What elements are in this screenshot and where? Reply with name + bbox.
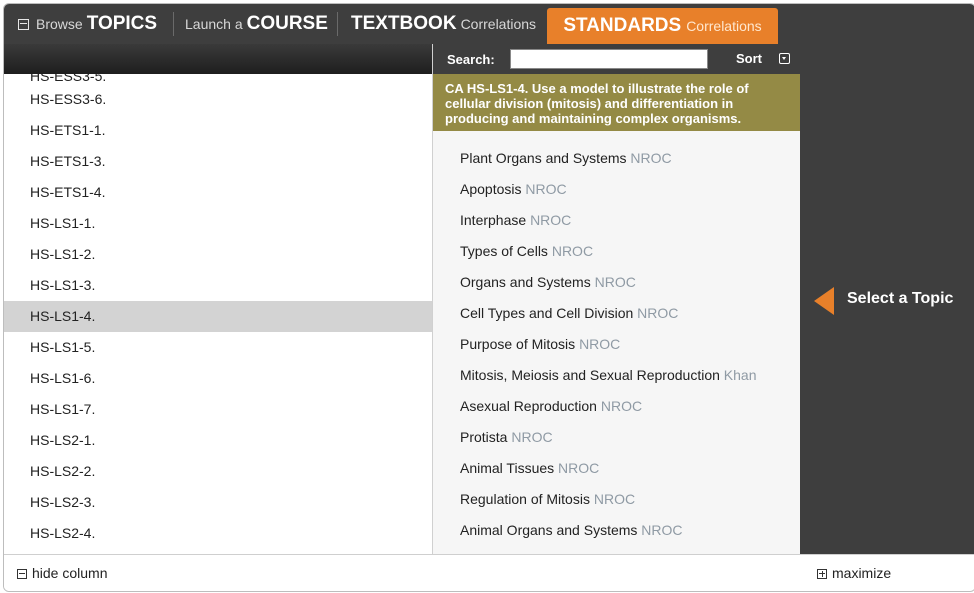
topic-name: Types of Cells: [460, 243, 548, 259]
collapse-box-icon[interactable]: [18, 18, 29, 30]
topic-list-item[interactable]: Protista NROC: [433, 422, 800, 453]
maximize-button[interactable]: maximize: [817, 555, 892, 591]
topic-name: Asexual Reproduction: [460, 398, 597, 414]
standards-list-item[interactable]: HS-ESS3-5.: [4, 74, 432, 84]
footer-bar: hide column maximize: [4, 554, 974, 591]
standards-list-item[interactable]: HS-ETS1-4.: [4, 177, 432, 208]
topic-list-item[interactable]: Interphase NROC: [433, 205, 800, 236]
topics-column: Search: Sort CA HS-LS1-4. Use a model to…: [433, 44, 800, 554]
topic-source: NROC: [594, 274, 636, 290]
topic-source: NROC: [511, 429, 553, 445]
topic-source: Khan: [723, 367, 757, 383]
standards-list-item[interactable]: HS-ETS1-3.: [4, 146, 432, 177]
standards-column-header: [4, 44, 432, 74]
standards-list-item[interactable]: HS-LS1-2.: [4, 239, 432, 270]
nav-standards-main: STANDARDS: [563, 15, 682, 36]
topic-source: NROC: [641, 522, 683, 538]
top-nav: Browse TOPICS Launch a COURSE TEXTBOOK C…: [4, 4, 974, 44]
standards-list-item[interactable]: HS-LS2-1.: [4, 425, 432, 456]
sort-dropdown-icon[interactable]: [779, 53, 790, 64]
nav-launch-prefix: Launch a: [185, 16, 243, 32]
topic-source: NROC: [551, 243, 594, 259]
topic-list-item[interactable]: Plant Organs and Systems NROC: [433, 143, 800, 174]
topic-source: NROC: [600, 398, 643, 414]
nav-textbook-suffix: Correlations: [460, 16, 537, 32]
standards-list-item[interactable]: HS-ETS1-1.: [4, 115, 432, 146]
nav-browse-main: TOPICS: [86, 13, 158, 34]
standards-list-item[interactable]: HS-LS1-7.: [4, 394, 432, 425]
search-label: Search:: [447, 51, 495, 67]
standard-description: CA HS-LS1-4. Use a model to illustrate t…: [433, 74, 800, 131]
topic-name: Purpose of Mitosis: [460, 336, 576, 352]
topic-source: NROC: [593, 491, 636, 507]
topic-list-item[interactable]: Purpose of Mitosis NROC: [433, 329, 800, 360]
topic-list-item[interactable]: Animal Tissues NROC: [433, 453, 800, 484]
standards-list[interactable]: HS-ESS3-5. HS-ESS3-6. HS-ETS1-1. HS-ETS1-3…: [4, 74, 432, 554]
topic-name: Protista: [460, 429, 508, 445]
hide-column-button[interactable]: hide column: [17, 555, 108, 591]
nav-standards-suffix: Correlations: [686, 18, 762, 34]
standards-list-item[interactable]: HS-LS1-4.: [4, 301, 432, 332]
topic-source: NROC: [525, 181, 567, 197]
topic-name: Animal Organs and Systems: [460, 522, 638, 538]
topic-list-item[interactable]: Types of Cells NROC: [433, 236, 800, 267]
hide-column-label: hide column: [32, 565, 108, 581]
select-topic-prompt: Select a Topic: [847, 290, 954, 307]
maximize-label: maximize: [832, 565, 892, 581]
topic-list-item[interactable]: Apoptosis NROC: [433, 174, 800, 205]
standards-column: HS-ESS3-5. HS-ESS3-6. HS-ETS1-1. HS-ETS1-3…: [4, 44, 433, 554]
search-input[interactable]: [510, 49, 708, 69]
standards-list-item[interactable]: HS-ESS3-6.: [4, 84, 432, 115]
nav-launch-main: COURSE: [246, 13, 328, 34]
topic-name: Organs and Systems: [460, 274, 591, 290]
standards-list-item[interactable]: HS-LS2-3.: [4, 487, 432, 518]
topic-list[interactable]: Plant Organs and Systems NROC Apoptosis N…: [433, 143, 800, 554]
standards-list-item[interactable]: HS-LS2-4.: [4, 518, 432, 549]
topic-source: NROC: [637, 305, 679, 321]
nav-divider: [337, 12, 338, 36]
app-frame: Browse TOPICS Launch a COURSE TEXTBOOK C…: [3, 3, 974, 592]
left-arrow-icon: [814, 287, 834, 315]
content-panel: Select a Topic: [800, 44, 974, 554]
topic-list-item[interactable]: Cell Division NROC: [433, 546, 800, 554]
expand-box-icon[interactable]: [817, 568, 827, 579]
topic-name: Plant Organs and Systems: [460, 150, 627, 166]
topic-source: NROC: [530, 212, 572, 228]
topic-list-item[interactable]: Mitosis, Meiosis and Sexual Reproduction…: [433, 360, 800, 391]
standards-list-item[interactable]: HS-LS1-6.: [4, 363, 432, 394]
nav-browse-prefix: Browse: [36, 16, 83, 32]
collapse-box-icon[interactable]: [17, 568, 27, 579]
topic-name: Mitosis, Meiosis and Sexual Reproduction: [460, 367, 720, 383]
topic-list-item[interactable]: Animal Organs and Systems NROC: [433, 515, 800, 546]
topic-list-item[interactable]: Asexual Reproduction NROC: [433, 391, 800, 422]
topic-list-item[interactable]: Regulation of Mitosis NROC: [433, 484, 800, 515]
standards-list-item[interactable]: HS-LS2-2.: [4, 456, 432, 487]
topic-name: Apoptosis: [460, 181, 522, 197]
topic-list-item[interactable]: Cell Types and Cell Division NROC: [433, 298, 800, 329]
nav-launch-course[interactable]: Launch a COURSE: [185, 4, 328, 44]
topic-name: Interphase: [460, 212, 527, 228]
topic-name: Cell Types and Cell Division: [460, 305, 634, 321]
standards-list-item[interactable]: HS-LS1-3.: [4, 270, 432, 301]
sort-button[interactable]: Sort: [736, 44, 762, 74]
standards-list-item[interactable]: HS-LS1-1.: [4, 208, 432, 239]
nav-standards-correlations[interactable]: STANDARDS Correlations: [547, 8, 778, 44]
topic-name: Regulation of Mitosis: [460, 491, 590, 507]
nav-browse-topics[interactable]: Browse TOPICS: [18, 4, 157, 44]
topic-source: NROC: [630, 150, 672, 166]
nav-divider: [173, 12, 174, 36]
topics-column-header: Search: Sort: [433, 44, 800, 74]
nav-textbook-main: TEXTBOOK: [351, 13, 457, 34]
nav-textbook-correlations[interactable]: TEXTBOOK Correlations: [351, 4, 536, 44]
topic-list-item[interactable]: Organs and Systems NROC: [433, 267, 800, 298]
topic-source: NROC: [558, 460, 600, 476]
standards-list-item[interactable]: HS-LS1-5.: [4, 332, 432, 363]
topic-name: Animal Tissues: [460, 460, 555, 476]
topic-source: NROC: [579, 336, 621, 352]
